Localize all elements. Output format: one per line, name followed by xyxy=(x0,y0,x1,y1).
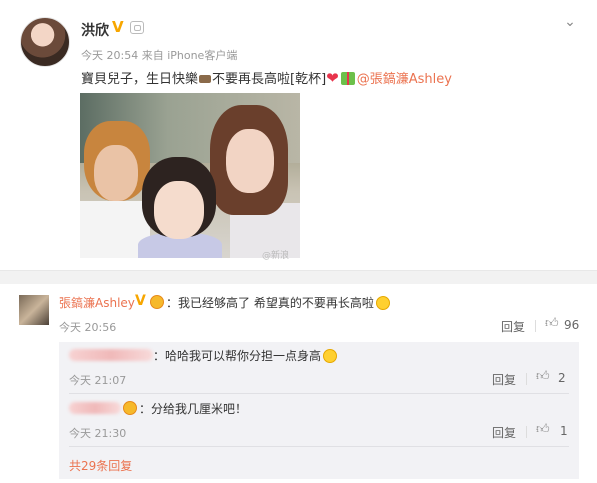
mention-link[interactable]: @張鎬濂Ashley xyxy=(357,72,452,87)
more-replies-link[interactable]: 共29条回复 xyxy=(69,457,132,474)
thumbs-up-icon[interactable]: 👍︎ xyxy=(545,316,559,331)
like-count: 2 xyxy=(558,371,566,385)
reply-text-body: ：哈哈我可以帮你分担一点身高 xyxy=(153,349,322,363)
laugh-emoji-icon xyxy=(375,296,390,310)
reply-time: 今天 21:30 xyxy=(69,427,127,440)
verified-icon: V xyxy=(135,293,146,309)
thumbs-up-icon[interactable]: 👍︎ xyxy=(536,369,550,384)
author-name[interactable]: 洪欣 xyxy=(81,20,109,40)
author-avatar[interactable] xyxy=(20,17,70,67)
reply-text: ：分给我几厘米吧！ xyxy=(139,402,248,416)
post-meta: 今天 20:54 来自 iPhone客户端 xyxy=(81,49,238,62)
like-count: 1 xyxy=(560,424,568,438)
gift-icon xyxy=(340,72,355,85)
section-divider xyxy=(0,270,597,284)
comment-time: 今天 20:56 xyxy=(59,321,117,334)
comment-text: ：我已经够高了 希望真的不要再长高啦 xyxy=(166,294,390,311)
post-photo[interactable] xyxy=(80,93,300,258)
divider xyxy=(535,320,536,332)
post-text: 寶貝兒子，生日快樂 不要再長高啦[乾杯]❤ @張鎬濂Ashley xyxy=(81,68,452,87)
reply-button[interactable]: 回复 xyxy=(492,424,516,441)
reply-button[interactable]: 回复 xyxy=(492,371,516,388)
like-count: 96 xyxy=(564,318,580,332)
divider xyxy=(69,393,569,394)
post-text-mid: 不要再長高啦[乾杯] xyxy=(212,72,327,87)
comment-section: 張鎬濂Ashley V ：我已经够高了 希望真的不要再长高啦 今天 20:56 … xyxy=(0,284,597,483)
verified-icon: V xyxy=(112,18,124,36)
reply-text: ：哈哈我可以帮你分担一点身高 xyxy=(153,347,338,364)
post-text-main: 寶貝兒子，生日快樂 xyxy=(81,72,199,87)
weibo-post: 洪欣 V ⌄ 今天 20:54 来自 iPhone客户端 寶貝兒子，生日快樂 不要… xyxy=(0,0,597,270)
divider xyxy=(69,446,569,447)
comment-text-body: ：我已经够高了 希望真的不要再长高啦 xyxy=(166,296,374,310)
grin-emoji-icon xyxy=(323,349,338,363)
blurred-username xyxy=(69,349,153,361)
reply-list: ：哈哈我可以帮你分担一点身高 今天 21:07 回复 👍︎ 2 ：分给我几厘米吧… xyxy=(59,342,579,479)
divider xyxy=(526,426,527,438)
member-icon xyxy=(130,21,144,34)
heart-icon: ❤ xyxy=(326,69,339,87)
blurred-username xyxy=(69,402,121,414)
medal-icon xyxy=(123,401,137,415)
cake-icon xyxy=(199,75,212,83)
commenter-name[interactable]: 張鎬濂Ashley xyxy=(59,294,135,311)
thumbs-up-icon[interactable]: 👍︎ xyxy=(536,422,550,437)
commenter-avatar[interactable] xyxy=(19,295,49,325)
chevron-down-icon[interactable]: ⌄ xyxy=(562,14,578,30)
reply-button[interactable]: 回复 xyxy=(501,318,525,335)
medal-icon xyxy=(150,295,164,309)
divider xyxy=(526,373,527,385)
photo-watermark: @新浪 xyxy=(262,251,290,261)
reply-time: 今天 21:07 xyxy=(69,374,127,387)
